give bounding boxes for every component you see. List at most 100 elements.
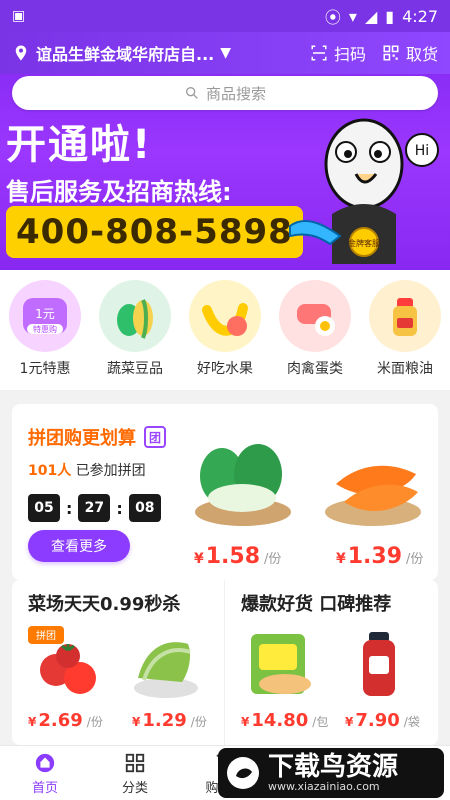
- banner-subline: 售后服务及招商热线:: [6, 178, 232, 206]
- hi-bubble-text: Hi: [415, 143, 429, 159]
- chevron-down-icon: ▼: [220, 45, 232, 61]
- bok-choy-image[interactable]: [188, 420, 298, 532]
- status-bar: ▣ ⦿ ▾ ◢ ▮ 4:27: [0, 0, 450, 32]
- price-value: 14.80: [251, 710, 309, 731]
- timer-hours: 05: [28, 494, 60, 522]
- joined-suffix: 已参加拼团: [75, 463, 146, 479]
- price-unit: /份: [190, 715, 207, 729]
- one-yuan-badge-icon: 1元 特惠购: [9, 280, 81, 352]
- search-placeholder: 商品搜索: [205, 84, 266, 103]
- watermark-site: www.xiazainiao.com: [268, 779, 380, 793]
- pickup-button[interactable]: 取货: [382, 41, 438, 65]
- tomatoes-image[interactable]: 拼团: [28, 626, 108, 706]
- price-unit: /份: [264, 552, 282, 567]
- location-icon: [15, 45, 27, 61]
- currency-symbol: ¥: [345, 715, 354, 729]
- item-price: ¥ 2.69 /份: [28, 710, 103, 731]
- joined-count: 101人: [28, 463, 72, 479]
- category-meat-eggs[interactable]: 肉禽蛋类: [274, 280, 356, 378]
- tab-label: 首页: [31, 780, 58, 796]
- item-price: ¥ 7.90 /袋: [345, 710, 420, 731]
- price-value: 1.39: [347, 544, 403, 569]
- timer-seconds: 08: [128, 494, 161, 522]
- one-yuan-text: 1元: [35, 307, 55, 321]
- battery-icon: ▮: [385, 6, 395, 26]
- vegetables-icon: [99, 280, 171, 352]
- wifi-icon: ▾: [348, 6, 357, 26]
- promo-recommended[interactable]: 爆款好货 口碑推荐 ¥ 14.80 /包 ¥ 7.90 /袋: [225, 580, 438, 745]
- special-buy-text: 特惠购: [33, 324, 57, 334]
- top-header: 谊品生鲜金域华府店自... ▼ 扫码 取货: [0, 32, 450, 74]
- tab-home[interactable]: 首页: [0, 751, 90, 796]
- store-selector[interactable]: 谊品生鲜金域华府店自... ▼: [12, 41, 310, 65]
- price-unit: /包: [312, 715, 329, 729]
- pickup-label: 取货: [405, 45, 438, 64]
- tuan-badge: 团: [144, 426, 166, 448]
- category-label: 1元特惠: [19, 361, 71, 377]
- currency-symbol: ¥: [241, 715, 250, 729]
- banner-headline: 开通啦!: [6, 122, 153, 168]
- category-label: 米面粮油: [377, 361, 433, 377]
- scan-label: 扫码: [333, 45, 366, 64]
- location-pin-icon: ⦿: [324, 8, 341, 27]
- group-buy-title-text: 拼团购更划算: [28, 428, 136, 449]
- category-row: 1元 特惠购 1元特惠 蔬菜豆品 好吃水果 肉禽蛋类 米面粮油: [0, 270, 450, 390]
- scan-icon: [311, 45, 327, 61]
- oil-bottle-icon: [369, 280, 441, 352]
- price-value: 2.69: [38, 710, 83, 731]
- home-icon: [33, 751, 57, 775]
- price-unit: /袋: [403, 715, 420, 729]
- currency-symbol: ¥: [336, 551, 346, 567]
- fruits-icon: [189, 280, 261, 352]
- group-buy-title: 拼团购更划算 团: [28, 424, 166, 450]
- promo-tag-text: 拼团: [36, 629, 56, 642]
- price-unit: /份: [86, 715, 103, 729]
- category-rice-oil[interactable]: 米面粮油: [364, 280, 446, 378]
- price-value: 1.58: [205, 544, 261, 569]
- status-time: 4:27: [402, 6, 438, 26]
- promo-flash-sale[interactable]: 菜场天天0.99秒杀 拼团 ¥ 2.69 /份 ¥ 1.29 /份: [12, 580, 225, 745]
- promo-title: 菜场天天0.99秒杀: [28, 594, 181, 615]
- hero-banner[interactable]: 商品搜索 开通啦! 售后服务及招商热线: 400-808-5898 金牌客服 H…: [0, 74, 450, 270]
- joined-info: 101人 已参加拼团: [28, 460, 146, 480]
- watermark-brand: 下载鸟资源: [268, 751, 399, 782]
- timer-colon: :: [116, 498, 123, 518]
- promo-title: 爆款好货 口碑推荐: [241, 594, 392, 615]
- price-value: 7.90: [355, 710, 400, 731]
- lettuce-image[interactable]: [126, 626, 206, 706]
- qr-code-icon: [383, 45, 399, 61]
- timer-colon: :: [66, 498, 73, 518]
- tab-categories[interactable]: 分类: [90, 751, 180, 796]
- search-icon: [185, 87, 198, 99]
- badge-text: 金牌客服: [348, 238, 380, 248]
- currency-symbol: ¥: [194, 551, 204, 567]
- category-fruits[interactable]: 好吃水果: [184, 280, 266, 378]
- group-buy-card[interactable]: 拼团购更划算 团 101人 已参加拼团 05 : 27 : 08 查看更多 ¥ …: [12, 404, 438, 580]
- tab-label: 分类: [121, 780, 148, 796]
- item-price: ¥ 1.58 /份: [194, 544, 281, 569]
- currency-symbol: ¥: [132, 715, 141, 729]
- grid-icon: [123, 751, 147, 775]
- signal-icon: ◢: [364, 6, 378, 26]
- ostrich-mascot-illustration: 金牌客服 Hi: [289, 118, 439, 264]
- category-vegetables[interactable]: 蔬菜豆品: [94, 280, 176, 378]
- price-value: 1.29: [142, 710, 187, 731]
- price-unit: /份: [406, 552, 424, 567]
- currency-symbol: ¥: [28, 715, 37, 729]
- scan-button[interactable]: 扫码: [310, 41, 366, 65]
- meat-eggs-icon: [279, 280, 351, 352]
- carrots-image[interactable]: [318, 424, 428, 534]
- category-label: 好吃水果: [197, 361, 253, 377]
- category-label: 蔬菜豆品: [107, 361, 163, 377]
- item-price: ¥ 1.39 /份: [336, 544, 423, 569]
- item-price: ¥ 1.29 /份: [132, 710, 207, 731]
- sauce-bottle-image[interactable]: [339, 626, 419, 706]
- item-price: ¥ 14.80 /包: [241, 710, 328, 731]
- see-more-button[interactable]: 查看更多: [28, 530, 130, 562]
- countdown-timer: 05 : 27 : 08: [28, 494, 161, 522]
- bird-logo-icon: [227, 757, 259, 789]
- category-1yuan-deal[interactable]: 1元 特惠购 1元特惠: [4, 280, 86, 378]
- snack-pack-image[interactable]: [241, 626, 321, 706]
- watermark-overlay: 下载鸟资源 www.xiazainiao.com: [218, 748, 444, 798]
- store-name: 谊品生鲜金域华府店自...: [36, 45, 215, 64]
